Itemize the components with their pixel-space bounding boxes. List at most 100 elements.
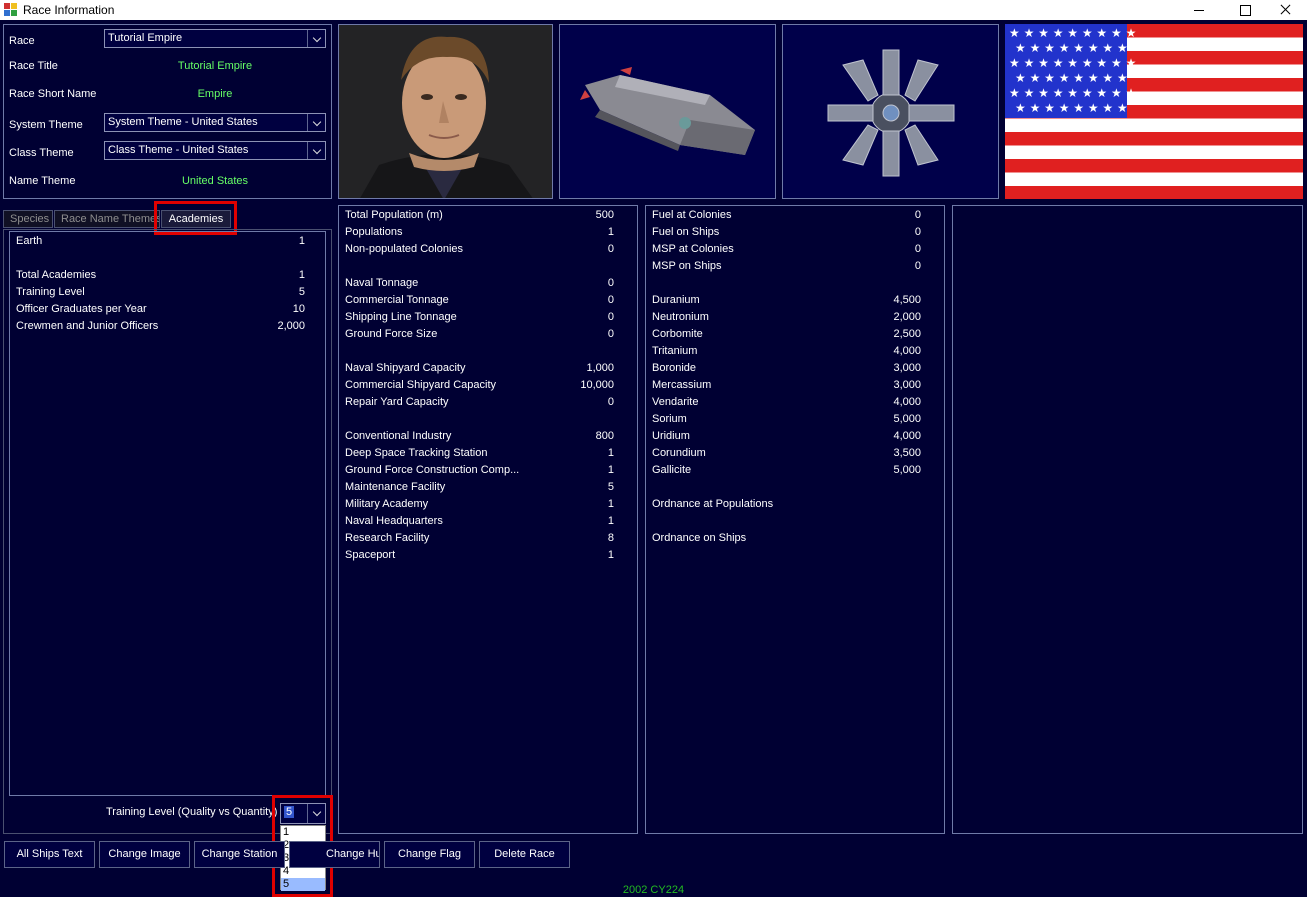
list-item-value: 5,000: [893, 464, 921, 476]
list-item-value: 800: [595, 430, 614, 442]
chevron-down-icon[interactable]: [307, 30, 325, 47]
list-item: Ordnance on Ships: [652, 532, 921, 549]
list-item: Officer Graduates per Year 10: [16, 303, 305, 320]
list-item-label: Ordnance at Populations: [652, 498, 774, 510]
close-icon[interactable]: [1264, 0, 1307, 20]
all-ships-text-button[interactable]: All Ships Text: [4, 841, 95, 868]
list-item-label: Naval Shipyard Capacity: [345, 362, 466, 374]
list-item-label: Corundium: [652, 447, 706, 459]
academies-list-panel: Earth 1 Total Academies 1 Training Level 5 Off…: [9, 231, 326, 796]
list-item-value: 1: [607, 549, 614, 561]
list-item: Research Facility 8: [345, 532, 614, 549]
list-item: Neutronium 2,000: [652, 311, 921, 328]
list-item: Duranium 4,500: [652, 294, 921, 311]
list-item: Boronide 3,000: [652, 362, 921, 379]
tab-species[interactable]: Species: [3, 210, 53, 228]
list-item-label: Ground Force Construction Comp...: [345, 464, 520, 476]
minimize-icon[interactable]: [1178, 0, 1222, 20]
list-item-label: Training Level: [16, 286, 85, 298]
list-item-value: 1: [298, 235, 305, 247]
list-item: [652, 515, 921, 532]
ship-image[interactable]: [559, 24, 776, 199]
list-item: Repair Yard Capacity 0: [345, 396, 614, 413]
list-item-value: 1: [607, 226, 614, 238]
list-item: [16, 252, 305, 269]
list-item-value: 8: [607, 532, 614, 544]
list-item-value: 0: [607, 243, 614, 255]
chevron-down-icon[interactable]: [307, 142, 325, 159]
name-theme-value: United States: [181, 175, 249, 187]
maximize-icon[interactable]: [1222, 0, 1266, 20]
change-hull-button[interactable]: Change Hull: [289, 841, 380, 868]
status-date: 2002 CY224: [622, 884, 685, 896]
list-item-value: 4,000: [893, 345, 921, 357]
list-item: Ground Force Size 0: [345, 328, 614, 345]
list-item-label: Vendarite: [652, 396, 699, 408]
tab-race-name-themes[interactable]: Race Name Themes: [54, 210, 160, 228]
class-theme-value: Class Theme - United States: [108, 144, 249, 156]
change-image-button[interactable]: Change Image: [99, 841, 190, 868]
list-item-label: Boronide: [652, 362, 697, 374]
station-image[interactable]: [782, 24, 999, 199]
list-item-label: Naval Tonnage: [345, 277, 419, 289]
list-item-label: Mercassium: [652, 379, 712, 391]
list-item-label: Total Population (m): [345, 209, 443, 221]
list-item-label: Research Facility: [345, 532, 430, 544]
short-name-label: Race Short Name: [9, 88, 97, 100]
list-item-value: 2,000: [893, 311, 921, 323]
change-flag-button[interactable]: Change Flag: [384, 841, 475, 868]
list-item-label: Gallicite: [652, 464, 692, 476]
list-item: Total Academies 1: [16, 269, 305, 286]
chevron-down-icon[interactable]: [307, 114, 325, 131]
class-theme-select[interactable]: Class Theme - United States: [104, 141, 326, 160]
list-item: Uridium 4,000: [652, 430, 921, 447]
list-item: Total Population (m) 500: [345, 209, 614, 226]
list-item-value: 1: [298, 269, 305, 281]
flag-image[interactable]: ★ ★ ★ ★ ★ ★ ★ ★ ★ ★ ★ ★ ★ ★ ★ ★ ★ ★ ★ ★ …: [1005, 24, 1303, 199]
list-item-label: Corbomite: [652, 328, 703, 340]
list-item-value: 5,000: [893, 413, 921, 425]
list-item-label: Repair Yard Capacity: [345, 396, 449, 408]
list-item: Crewmen and Junior Officers 2,000: [16, 320, 305, 337]
list-item-label: Commercial Shipyard Capacity: [345, 379, 496, 391]
list-item: Tritanium 4,000: [652, 345, 921, 362]
race-select-value: Tutorial Empire: [108, 32, 183, 44]
list-item: Non-populated Colonies 0: [345, 243, 614, 260]
list-item-value: 4,000: [893, 396, 921, 408]
list-item: Conventional Industry 800: [345, 430, 614, 447]
list-item-value: 0: [914, 226, 921, 238]
svg-text:★ ★ ★ ★ ★ ★ ★ ★ ★: ★ ★ ★ ★ ★ ★ ★ ★ ★: [1009, 26, 1136, 40]
race-info-panel: Race Tutorial Empire Race Title Tutorial…: [3, 24, 332, 199]
change-station-button[interactable]: Change Station: [194, 841, 285, 868]
system-theme-select[interactable]: System Theme - United States: [104, 113, 326, 132]
resources-panel: Fuel at Colonies 0 Fuel on Ships 0 MSP at Co…: [645, 205, 945, 834]
list-item: Naval Tonnage 0: [345, 277, 614, 294]
list-item-value: 4,000: [893, 430, 921, 442]
stats-panel: Total Population (m) 500 Populations 1 Non-p…: [338, 205, 638, 834]
list-item-label: Deep Space Tracking Station: [345, 447, 488, 459]
list-item-label: Total Academies: [16, 269, 97, 281]
race-select[interactable]: Tutorial Empire: [104, 29, 326, 48]
list-item-value: 0: [914, 243, 921, 255]
window-title: Race Information: [23, 3, 115, 17]
race-title-label: Race Title: [9, 60, 58, 72]
list-item: Naval Shipyard Capacity 1,000: [345, 362, 614, 379]
svg-text:★ ★ ★ ★ ★ ★ ★ ★: ★ ★ ★ ★ ★ ★ ★ ★: [1015, 71, 1128, 85]
list-item: Mercassium 3,000: [652, 379, 921, 396]
list-item-value: 3,000: [893, 362, 921, 374]
delete-race-button[interactable]: Delete Race: [479, 841, 570, 868]
list-item-value: 1,000: [586, 362, 614, 374]
list-item-value: 5: [607, 481, 614, 493]
list-item: [345, 345, 614, 362]
svg-text:★ ★ ★ ★ ★ ★ ★ ★ ★: ★ ★ ★ ★ ★ ★ ★ ★ ★: [1009, 56, 1136, 70]
list-item-value: 2,000: [277, 320, 305, 332]
list-item-label: MSP on Ships: [652, 260, 722, 272]
list-item: Fuel on Ships 0: [652, 226, 921, 243]
class-theme-label: Class Theme: [9, 147, 74, 159]
race-portrait-image[interactable]: [338, 24, 553, 199]
list-item: Corundium 3,500: [652, 447, 921, 464]
list-item-value: 1: [607, 498, 614, 510]
list-item: Training Level 5: [16, 286, 305, 303]
list-item: Maintenance Facility 5: [345, 481, 614, 498]
list-item-label: Officer Graduates per Year: [16, 303, 147, 315]
